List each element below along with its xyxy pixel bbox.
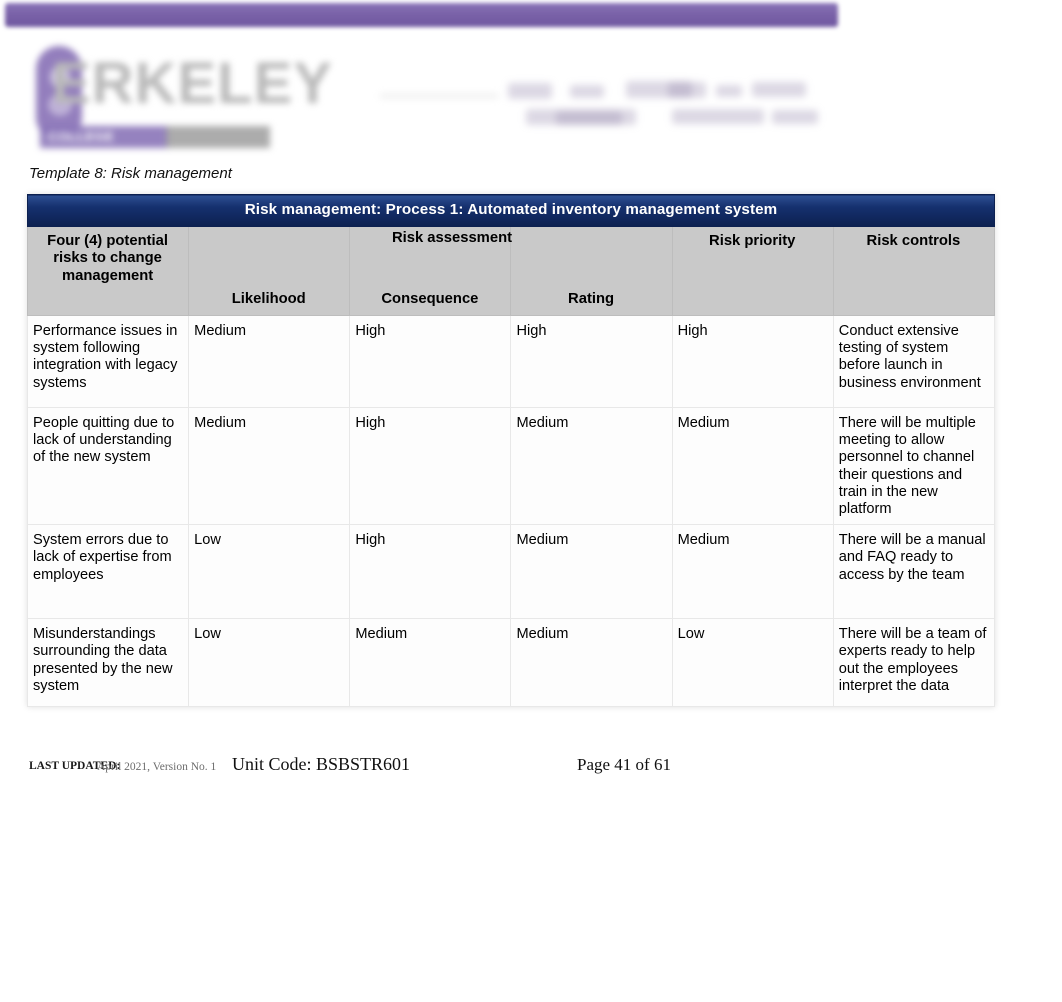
redacted-text-1 — [508, 83, 552, 99]
cell-controls: There will be a team of experts ready to… — [832, 618, 996, 708]
cell-risk: Performance issues in system following i… — [26, 314, 190, 408]
cell-likelihood: Medium — [188, 406, 351, 526]
footer-last-updated-value: April 2021, Version No. 1 — [97, 761, 217, 773]
cell-rating: High — [510, 314, 673, 408]
table-row: People quitting due to lack of understan… — [26, 406, 996, 526]
col-header-risk-assessment: Risk assessment — [391, 230, 513, 246]
organization-logo: ERKELEY COLLEGE — [34, 42, 434, 152]
redacted-text-5 — [716, 85, 742, 97]
cell-likelihood: Medium — [188, 314, 351, 408]
letterhead: ERKELEY COLLEGE — [0, 32, 1062, 160]
col-header-risks: Four (4) potential risks to change manag… — [26, 225, 190, 316]
cell-risk: People quitting due to lack of understan… — [26, 406, 190, 526]
template-caption: Template 8: Risk management — [29, 165, 232, 182]
cell-rating: Medium — [510, 618, 673, 708]
table-title-row: Risk management: Process 1: Automated in… — [27, 194, 995, 227]
cell-consequence: High — [349, 406, 512, 526]
logo-bar-gray — [166, 126, 270, 148]
redacted-text-9 — [672, 109, 764, 124]
cell-controls: There will be a manual and FAQ ready to … — [832, 524, 996, 620]
cell-likelihood: Low — [188, 524, 351, 620]
table-row: Performance issues in system following i… — [26, 314, 996, 408]
table-row: System errors due to lack of expertise f… — [26, 524, 996, 620]
redacted-text-6 — [752, 82, 806, 97]
cell-controls: There will be multiple meeting to allow … — [832, 406, 996, 526]
redacted-text-10 — [772, 110, 818, 124]
logo-wordmark: ERKELEY — [52, 51, 333, 116]
purple-bar — [5, 3, 838, 27]
table-row: Misunderstandings surrounding the data p… — [26, 618, 996, 708]
col-header-risk-controls: Risk controls — [832, 225, 996, 316]
footer-page-number: Page 41 of 61 — [577, 755, 671, 774]
page-footer: LAST UPDATED: April 2021, Version No. 1 … — [0, 752, 1062, 792]
letterhead-contact-block — [380, 77, 850, 137]
cell-priority: Low — [671, 618, 834, 708]
cell-likelihood: Low — [188, 618, 351, 708]
cell-priority: Medium — [671, 524, 834, 620]
document-page: { "header": { "accent_bar_color": "#7a62… — [0, 0, 1062, 1002]
col-header-risk-priority: Risk priority — [671, 225, 834, 316]
footer-unit-code: Unit Code: BSBSTR601 — [232, 754, 411, 774]
redacted-text-2 — [570, 85, 604, 98]
letterhead-rule — [380, 95, 498, 97]
cell-consequence: High — [349, 524, 512, 620]
logo-tagline: COLLEGE — [48, 129, 115, 144]
cell-priority: Medium — [671, 406, 834, 526]
cell-rating: Medium — [510, 524, 673, 620]
cell-controls: Conduct extensive testing of system befo… — [832, 314, 996, 408]
redacted-text-4 — [668, 82, 706, 98]
cell-consequence: Medium — [349, 618, 512, 708]
cell-risk: System errors due to lack of expertise f… — [26, 524, 190, 620]
risk-management-table: Risk management: Process 1: Automated in… — [26, 194, 996, 708]
cell-priority: High — [671, 314, 834, 408]
cell-consequence: High — [349, 314, 512, 408]
table-title: Risk management: Process 1: Automated in… — [27, 194, 995, 227]
redacted-text-8 — [556, 111, 622, 125]
cell-risk: Misunderstandings surrounding the data p… — [26, 618, 190, 708]
cell-rating: Medium — [510, 406, 673, 526]
risk-management-table-wrapper: Risk management: Process 1: Automated in… — [26, 194, 996, 708]
header-accent-bar — [0, 0, 860, 32]
